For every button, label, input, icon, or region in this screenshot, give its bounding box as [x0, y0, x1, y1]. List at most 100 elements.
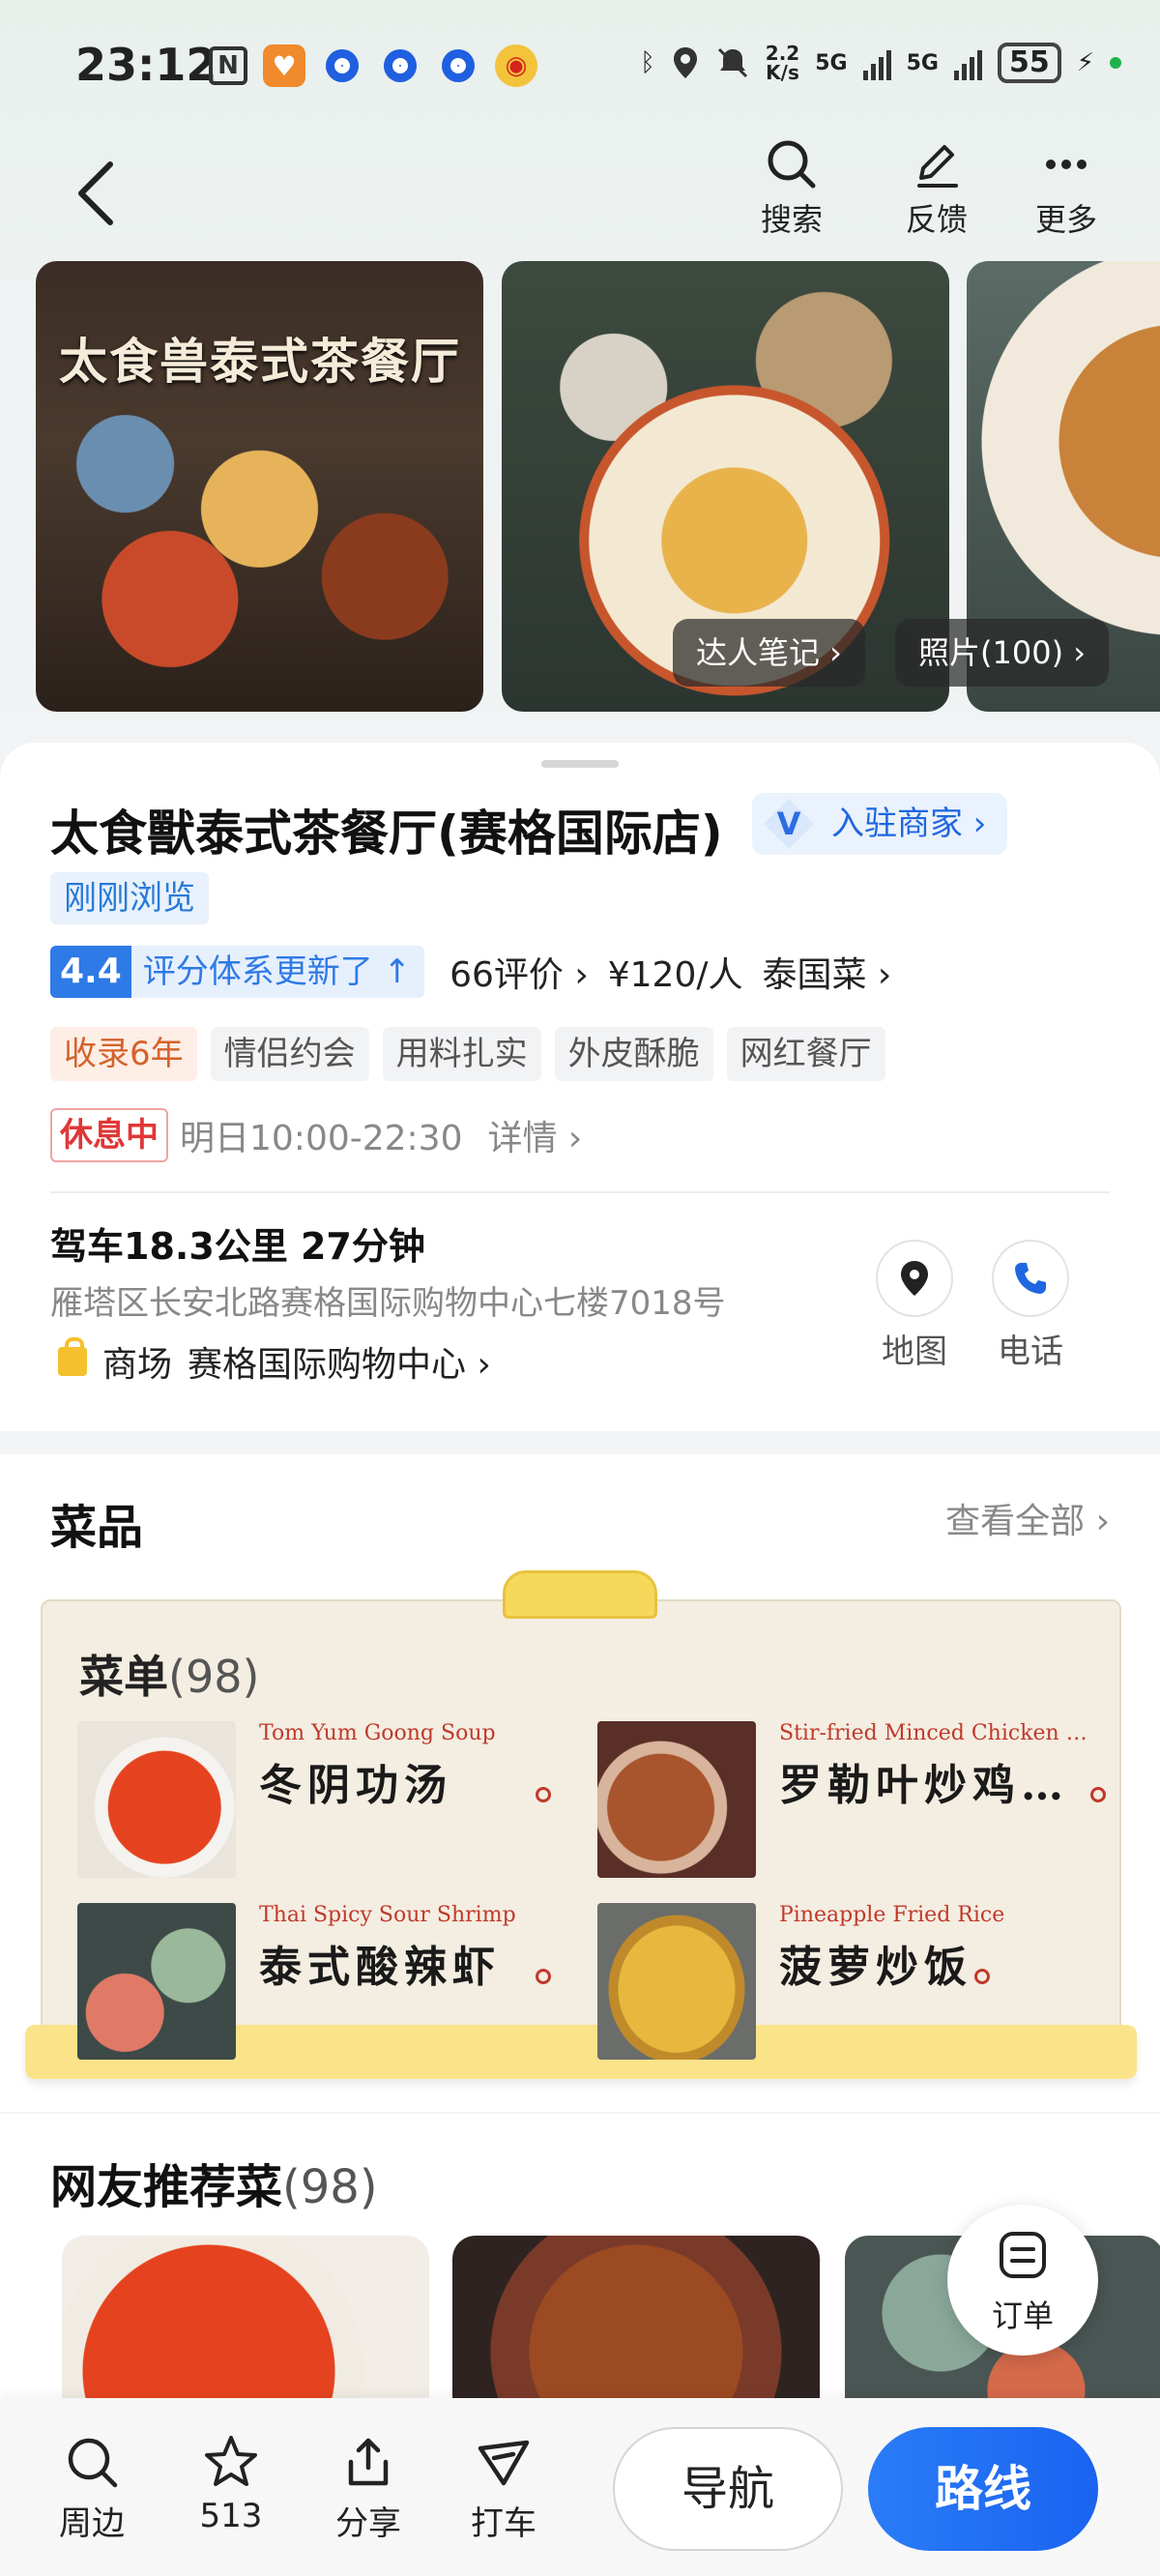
expert-notes-chip[interactable]: 达人笔记 ›: [673, 619, 865, 687]
seal-dot-icon: [536, 1787, 551, 1802]
share-button[interactable]: 分享: [315, 2433, 421, 2544]
menu-title: 菜单: [79, 1651, 168, 1703]
star-icon: [205, 2436, 257, 2486]
search-button[interactable]: 搜索: [739, 135, 845, 251]
map-button[interactable]: 地图: [856, 1240, 972, 1372]
notification-icons: N ♥ ◉: [209, 44, 537, 87]
share-label: 分享: [335, 2504, 401, 2543]
feature-tag[interactable]: 情侣约会: [210, 1027, 369, 1081]
mall-label: 商场: [102, 1345, 173, 1385]
menu-item[interactable]: Stir-fried Minced Chicken with… 罗勒叶炒鸡…: [597, 1721, 1119, 1882]
bluetooth-icon: ᛒ: [640, 48, 655, 77]
feature-tag[interactable]: 网红餐厅: [726, 1027, 885, 1081]
back-button[interactable]: [70, 155, 128, 232]
rating-update-note[interactable]: 评分体系更新了 ↑: [130, 946, 425, 998]
shop-info-card: 太食獸泰式茶餐厅(赛格国际店) V 入驻商家 › 刚刚浏览 4.4 评分体系更新…: [0, 743, 1160, 1431]
merchant-badge-label: 入驻商家 ›: [831, 805, 987, 843]
phone-label: 电话: [998, 1332, 1063, 1371]
seal-dot-icon: [974, 1969, 990, 1984]
mall-name: 赛格国际购物中心 ›: [188, 1345, 491, 1385]
status-badge: 休息中: [50, 1108, 168, 1162]
net-speed-value: 2.2: [765, 42, 800, 65]
app-heart-icon: ♥: [263, 44, 305, 87]
privacy-indicator-icon: [1110, 57, 1121, 69]
dish-thumbnail: [597, 1903, 756, 2060]
photo-carousel[interactable]: 太食兽泰式茶餐厅 达人笔记 › 照片(100) ›: [0, 261, 1160, 716]
app-notification-icon: [437, 44, 479, 87]
feature-tags: 收录6年 情侣约会 用料扎实 外皮酥脆 网红餐厅: [50, 1027, 885, 1081]
charging-icon: ⚡: [1076, 48, 1094, 77]
dish-english-name: Pineapple Fried Rice: [779, 1903, 1005, 1927]
menu-heading: 菜单(98): [79, 1642, 259, 1706]
share-icon: [348, 2438, 389, 2486]
seal-dot-icon: [536, 1969, 551, 1984]
signal-icon: [953, 45, 982, 80]
net-speed-unit: K/s: [766, 61, 799, 84]
feature-tag[interactable]: 用料扎实: [382, 1027, 541, 1081]
view-all-dishes-link[interactable]: 查看全部 ›: [945, 1493, 1110, 1543]
opening-hours-row[interactable]: 休息中 明日10:00-22:30 详情 ›: [50, 1108, 582, 1162]
dish-thumbnail: [77, 1721, 236, 1878]
feedback-button[interactable]: 反馈: [884, 135, 990, 251]
route-button[interactable]: 路线: [868, 2427, 1098, 2551]
hours-details-link[interactable]: 详情 ›: [487, 1110, 582, 1160]
navigate-button[interactable]: 导航: [613, 2427, 843, 2551]
merchant-badge[interactable]: V 入驻商家 ›: [752, 793, 1008, 855]
dish-english-name: Tom Yum Goong Soup: [259, 1721, 496, 1745]
photos-count-chip[interactable]: 照片(100) ›: [895, 619, 1110, 687]
status-bar: 23:12 N ♥ ◉ ᛒ 2.2 K/s 5G 5G 55 ⚡: [0, 0, 1160, 135]
recently-viewed-tag: 刚刚浏览: [50, 872, 209, 924]
seal-dot-icon: [1090, 1787, 1106, 1802]
nearby-label: 周边: [59, 2504, 125, 2543]
map-pin-icon: [901, 1261, 928, 1296]
nfc-icon: N: [209, 46, 247, 85]
shopping-bag-icon: [58, 1337, 87, 1376]
shop-photo[interactable]: 太食兽泰式茶餐厅: [36, 261, 483, 712]
dishes-section: 菜品 查看全部 › 菜单(98) Tom Yum Goong Soup 冬阴功汤…: [0, 1454, 1160, 2112]
menu-item[interactable]: Pineapple Fried Rice 菠萝炒饭: [597, 1903, 1119, 2064]
dish-english-name: Stir-fried Minced Chicken with…: [779, 1721, 1088, 1745]
menu-item[interactable]: Tom Yum Goong Soup 冬阴功汤: [77, 1721, 599, 1882]
feature-tag[interactable]: 外皮酥脆: [554, 1027, 713, 1081]
map-label: 地图: [882, 1332, 947, 1371]
cuisine-link[interactable]: 泰国菜 ›: [762, 947, 891, 997]
drive-distance: 驾车18.3公里 27分钟: [50, 1225, 425, 1268]
search-icon: [68, 2438, 118, 2488]
location-icon: [673, 47, 697, 78]
taxi-label: 打车: [471, 2504, 536, 2543]
weibo-icon: ◉: [495, 44, 537, 87]
favorite-button[interactable]: 513: [178, 2433, 284, 2535]
phone-icon: [1015, 1263, 1046, 1294]
price-per-person: ¥120/人: [607, 955, 743, 995]
dish-chinese-name: 冬阴功汤: [259, 1761, 452, 1810]
favorite-count: 513: [199, 2497, 263, 2535]
shop-name: 太食獸泰式茶餐厅(赛格国际店): [50, 805, 723, 862]
signal-icon: [862, 45, 891, 80]
dish-thumbnail: [77, 1903, 236, 2060]
system-icons: ᛒ 2.2 K/s 5G 5G 55 ⚡: [640, 43, 1121, 83]
menu-board[interactable]: 菜单(98) Tom Yum Goong Soup 冬阴功汤 Stir-frie…: [25, 1570, 1137, 2093]
verified-v-icon: V: [764, 799, 814, 849]
recommended-count: (98): [282, 2160, 378, 2214]
drag-handle[interactable]: [541, 760, 619, 768]
taxi-button[interactable]: 打车: [450, 2433, 557, 2544]
network-type: 5G: [815, 50, 848, 75]
address[interactable]: 雁塔区长安北路赛格国际购物中心七楼7018号: [50, 1276, 726, 1324]
reviews-link[interactable]: 66评价 ›: [450, 947, 589, 997]
bottom-action-bar: 周边 513 分享 打车 导航 路线: [0, 2398, 1160, 2576]
menu-item[interactable]: Thai Spicy Sour Shrimp 泰式酸辣虾: [77, 1903, 599, 2064]
rating-row: 4.4 评分体系更新了 ↑ 66评价 › ¥120/人 泰国菜 ›: [50, 946, 891, 998]
rating-score[interactable]: 4.4: [50, 946, 131, 998]
mall-link[interactable]: 商场 赛格国际购物中心 ›: [58, 1336, 491, 1387]
dish-chinese-name: 泰式酸辣虾: [259, 1943, 501, 1992]
mute-icon: [717, 47, 747, 78]
more-button[interactable]: 更多: [1013, 135, 1119, 251]
orders-label: 订单: [991, 2298, 1054, 2334]
dish-thumbnail: [597, 1721, 756, 1878]
search-label: 搜索: [760, 201, 823, 238]
nearby-button[interactable]: 周边: [39, 2433, 145, 2544]
menu-count: (98): [168, 1651, 260, 1703]
app-notification-icon: [321, 44, 363, 87]
phone-button[interactable]: 电话: [972, 1240, 1088, 1372]
orders-button[interactable]: 订单: [947, 2205, 1098, 2356]
